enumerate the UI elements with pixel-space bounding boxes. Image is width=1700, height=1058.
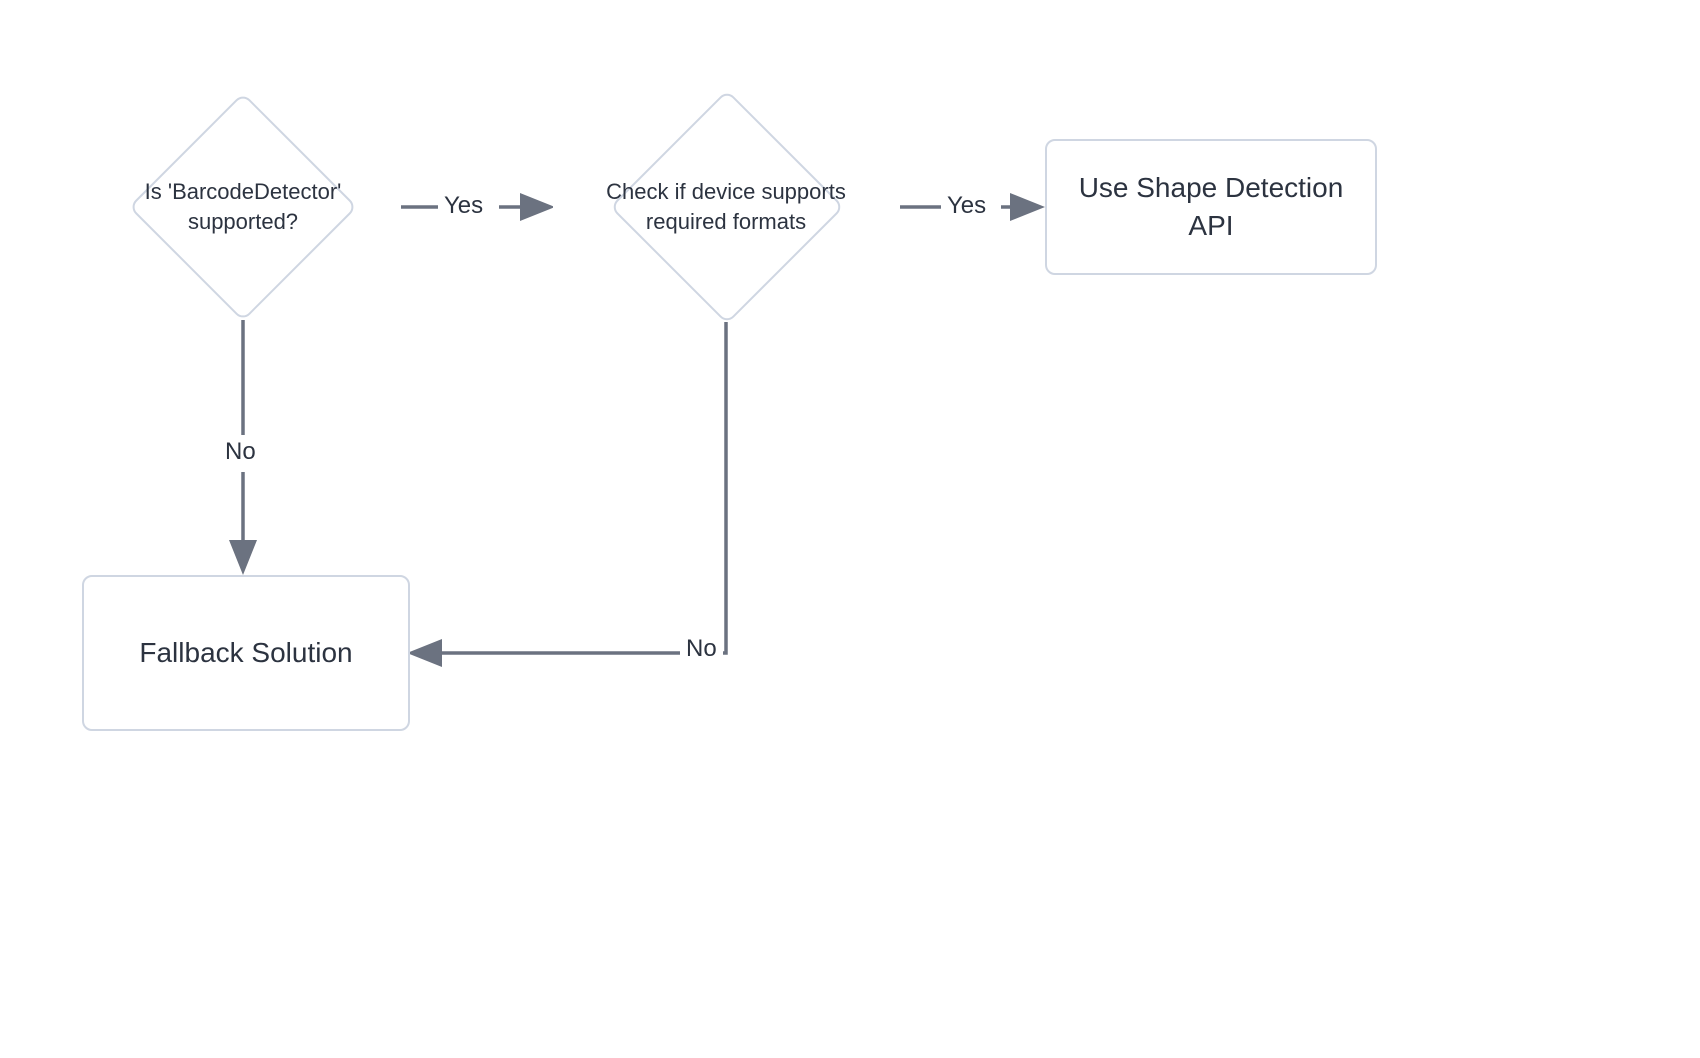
edge-label-d1-no: No bbox=[225, 438, 256, 466]
decision-device-supports-formats: Check if device supports required format… bbox=[553, 92, 899, 322]
decision-barcode-detector-supported: Is 'BarcodeDetector' supported? bbox=[85, 94, 401, 320]
edge-label-d1-yes: Yes bbox=[444, 192, 483, 220]
edge-label-d2-yes: Yes bbox=[947, 192, 986, 220]
result-use-shape-detection-api: Use Shape Detection API bbox=[1045, 139, 1377, 275]
result-fallback-label: Fallback Solution bbox=[139, 634, 352, 672]
decision2-line1: Check if device supports bbox=[606, 177, 846, 207]
decision2-line2: required formats bbox=[646, 207, 806, 237]
decision1-line1: Is 'BarcodeDetector' bbox=[145, 177, 342, 207]
decision1-line2: supported? bbox=[188, 207, 298, 237]
result-api-label: Use Shape Detection API bbox=[1067, 169, 1355, 245]
edge-label-d2-no: No bbox=[680, 635, 723, 663]
result-fallback-solution: Fallback Solution bbox=[82, 575, 410, 731]
flowchart-canvas: Is 'BarcodeDetector' supported? Check if… bbox=[0, 0, 1700, 1058]
